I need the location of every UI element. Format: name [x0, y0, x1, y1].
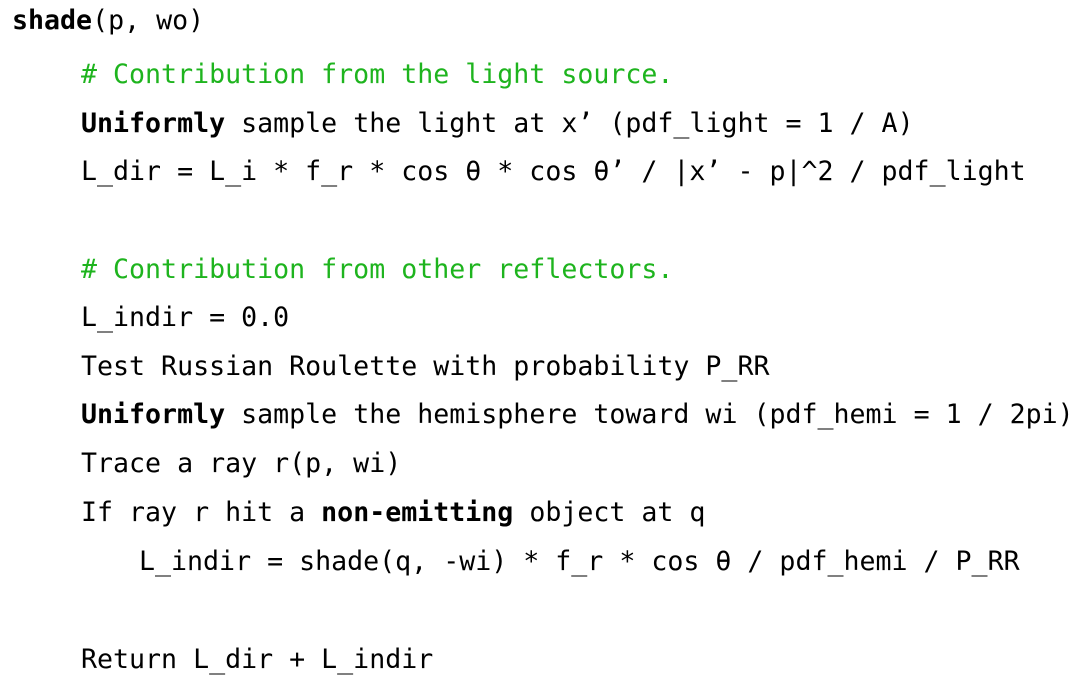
pseudocode-listing: shade(p, wo) # Contribution from the ligh…: [0, 0, 1083, 679]
statement-lindir-init-segment-0: L_indir = 0.0: [81, 302, 290, 333]
statement-lindir-init: L_indir = 0.0: [81, 303, 289, 333]
comment-contribution-other-reflectors: # Contribution from other reflectors.: [81, 255, 673, 285]
comment-contribution-light-source-segment-0: # Contribution from the light source.: [81, 59, 674, 90]
statement-russian-roulette-test-segment-0: Test Russian Roulette with probability P…: [81, 351, 770, 382]
statement-if-ray-hit: If ray r hit a non-emitting object at q: [81, 498, 705, 528]
statement-russian-roulette-test: Test Russian Roulette with probability P…: [81, 352, 769, 382]
comment-contribution-other-reflectors-segment-0: # Contribution from other reflectors.: [81, 254, 674, 285]
statement-lindir-recursive-shade: L_indir = shade(q, -wi) * f_r * cos θ / …: [139, 547, 1020, 577]
statement-sample-hemisphere-segment-0: Uniformly: [81, 399, 226, 430]
statement-sample-light-segment-0: Uniformly: [81, 108, 226, 139]
comment-contribution-light-source: # Contribution from the light source.: [81, 60, 673, 90]
statement-sample-hemisphere: Uniformly sample the hemisphere toward w…: [81, 400, 1074, 430]
statement-sample-hemisphere-segment-1: sample the hemisphere toward wi (pdf_hem…: [225, 399, 1074, 430]
statement-if-ray-hit-segment-2: object at q: [513, 497, 706, 528]
statement-trace-ray: Trace a ray r(p, wi): [81, 449, 401, 479]
statement-if-ray-hit-segment-0: If ray r hit a: [81, 497, 322, 528]
function-signature-segment-0: shade: [12, 5, 93, 36]
statement-sample-light: Uniformly sample the light at x’ (pdf_li…: [81, 109, 914, 139]
statement-ldir-assignment-segment-0: L_dir = L_i * f_r * cos θ * cos θ’ / |x’…: [81, 156, 1026, 187]
function-signature-segment-1: (p, wo): [92, 5, 205, 36]
statement-return-segment-0: Return L_dir + L_indir: [81, 644, 434, 675]
statement-ldir-assignment: L_dir = L_i * f_r * cos θ * cos θ’ / |x’…: [81, 157, 1026, 187]
statement-trace-ray-segment-0: Trace a ray r(p, wi): [81, 448, 402, 479]
statement-lindir-recursive-shade-segment-0: L_indir = shade(q, -wi) * f_r * cos θ / …: [139, 546, 1020, 577]
statement-if-ray-hit-segment-1: non-emitting: [321, 497, 514, 528]
statement-sample-light-segment-1: sample the light at x’ (pdf_light = 1 / …: [225, 108, 914, 139]
statement-return: Return L_dir + L_indir: [81, 645, 433, 675]
function-signature: shade(p, wo): [12, 6, 204, 36]
